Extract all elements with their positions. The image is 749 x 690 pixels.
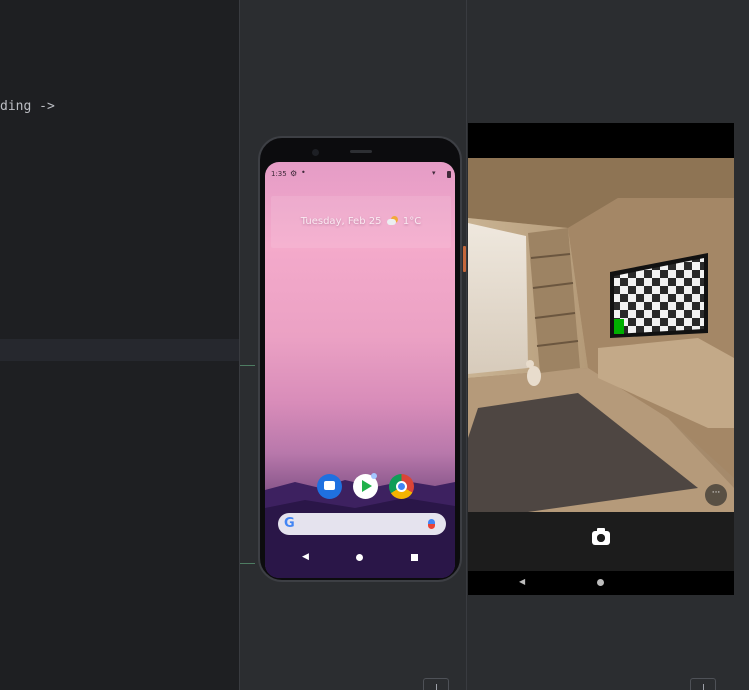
widget-date[interactable]: Tuesday, Feb 25 1°C [271,216,451,227]
virtual-scene [468,158,734,512]
home-icon[interactable] [356,554,363,561]
messages-app-icon[interactable] [317,474,342,499]
at-a-glance-widget[interactable]: Tuesday, Feb 25 1°C [271,196,451,248]
pane-add-button[interactable] [690,678,716,690]
code-line[interactable]: ding -> [0,99,55,114]
notification-dot-icon: • [301,168,306,177]
green-marker [614,319,624,334]
wifi-icon: ▾ [432,169,436,177]
google-search-bar[interactable]: G [278,513,446,535]
earpiece [350,150,372,153]
battery-icon [447,171,451,178]
more-options-button[interactable]: ··· [705,484,727,506]
gutter-marker [240,365,255,366]
camera-top-bar [468,123,734,158]
recents-icon[interactable] [411,554,418,561]
google-g-icon: G [284,516,295,531]
navigation-bar: ◀ [265,548,455,568]
widget-date-text: Tuesday, Feb 25 [300,216,382,227]
partly-cloudy-icon [386,216,398,225]
settings-icon: ⚙ [290,169,298,178]
widget-temperature: 1°C [402,216,422,227]
front-camera [312,149,319,156]
notification-badge [371,473,377,479]
camera-controls [468,512,734,570]
status-bar: 1:35 ⚙ • ▾ [265,167,455,181]
status-time: 1:35 [271,170,287,178]
back-icon[interactable]: ◀ [302,552,309,562]
code-editor[interactable]: ding -> [0,0,255,690]
camera-device-screen[interactable]: ··· ◀ [468,123,734,595]
phone-device-frame: 1:35 ⚙ • ▾ Tuesday, Feb 25 1°C G ◀ [258,136,466,582]
camera-viewfinder[interactable] [468,158,734,512]
gutter-marker [240,563,255,564]
camera-shutter-icon[interactable] [592,528,610,545]
home-screen[interactable]: 1:35 ⚙ • ▾ Tuesday, Feb 25 1°C G ◀ [265,162,455,578]
chrome-app-icon[interactable] [389,474,414,499]
play-store-app-icon[interactable] [353,473,378,499]
home-icon[interactable] [597,579,604,586]
back-icon[interactable]: ◀ [519,577,525,586]
camera-navigation-bar: ◀ [468,571,734,595]
splitter[interactable] [239,0,255,690]
power-button[interactable] [463,246,466,272]
assistant-mic-icon[interactable] [428,519,435,529]
current-line-highlight [0,339,255,361]
pane-add-button[interactable] [423,678,449,690]
